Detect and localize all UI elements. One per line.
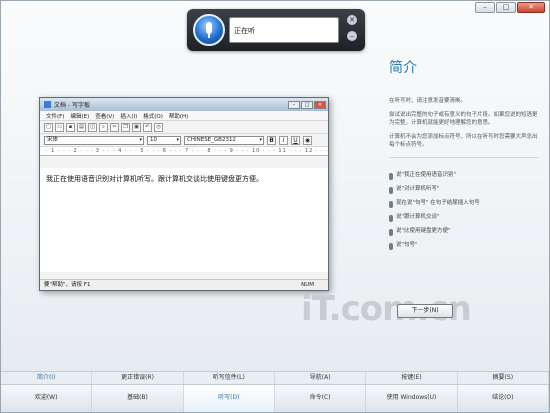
underline-button[interactable]: U (291, 135, 300, 145)
nav-summary[interactable]: 摘要(S) (458, 372, 549, 383)
menu-edit[interactable]: 编辑(E) (70, 112, 89, 120)
menu-file[interactable]: 文件(F) (46, 112, 64, 120)
listening-status: 正在听 (229, 17, 339, 43)
print-preview-icon[interactable]: ◫ (88, 122, 97, 132)
italic-button[interactable]: I (279, 135, 288, 145)
wordpad-close-button[interactable]: ✕ (314, 100, 326, 109)
color-icon[interactable]: ◉ (303, 135, 312, 145)
section-nav: 欢迎(W) 基础(B) 听写(D) 命令(C) 使用 Windows(U) 结论… (1, 384, 549, 412)
undo-icon[interactable]: ↶ (143, 122, 152, 132)
wordpad-menubar: 文件(F) 编辑(E) 查看(V) 插入(I) 格式(O) 帮助(H) (40, 111, 328, 121)
window-controls: – □ ✕ (475, 2, 545, 13)
say-item: 说"比使用键盘更方便" (389, 228, 539, 236)
microphone-icon (389, 229, 393, 236)
status-help-text: 要"帮助"，请按 F1 (44, 282, 91, 288)
subsection-nav: 简介(I) 更正错误(R) 听写信件(L) 导航(A) 按键(E) 摘要(S) (1, 371, 549, 383)
bold-button[interactable]: B (267, 135, 276, 145)
print-icon[interactable]: ▤ (77, 122, 86, 132)
close-button[interactable]: ✕ (517, 2, 545, 13)
document-text: 我正在使用语音识别对计算机听写。跟计算机交谈比使用键盘更方便。 (46, 175, 263, 183)
minimize-icon[interactable]: – (347, 31, 357, 41)
say-item: 说"句号" (389, 242, 539, 250)
tutorial-window: – □ ✕ 正在听 ✕ – 文档 - 写字板 – □ ✕ 文件(F) 编辑(E)… (0, 0, 550, 413)
chevron-down-icon: ▾ (259, 136, 262, 143)
menu-help[interactable]: 帮助(H) (169, 112, 188, 120)
wordpad-title: 文档 - 写字板 (54, 102, 90, 109)
wordpad-maximize-button[interactable]: □ (301, 100, 313, 109)
paste-icon[interactable]: ▣ (132, 122, 141, 132)
close-icon[interactable]: ✕ (347, 15, 357, 25)
panel-paragraph: 计算机不会为您添加标点符号，所以在听写时您需要大声念出每个标点符号。 (389, 134, 538, 148)
copy-icon[interactable]: ❐ (121, 122, 130, 132)
say-item: 现在说"句号" 在句子结尾插入句号 (389, 200, 539, 208)
nav-dictate-letter[interactable]: 听写信件(L) (184, 372, 275, 383)
font-size-select[interactable]: 10 ▾ (147, 135, 181, 145)
panel-title: 简介 (389, 60, 417, 76)
minimize-button[interactable]: – (475, 2, 495, 13)
chevron-down-icon: ▾ (139, 136, 142, 143)
nav-intro[interactable]: 简介(I) (1, 372, 93, 383)
ruler[interactable]: · 1 · · · 2 · · · 3 · · · 4 · · · 5 · · … (40, 147, 328, 156)
nav-keys[interactable]: 按键(E) (366, 372, 458, 383)
say-item: 说"跟计算机交谈" (389, 214, 539, 222)
maximize-button[interactable]: □ (496, 2, 516, 13)
speech-recognition-bar: 正在听 ✕ – (187, 9, 365, 51)
save-icon[interactable]: ▪ (66, 122, 75, 132)
nav-basics[interactable]: 基础(B) (92, 385, 184, 412)
say-instruction-list: 说"我正在使用语音识别" 说"对计算机听写" 现在说"句号" 在句子结尾插入句号… (389, 172, 539, 250)
microphone-icon (389, 187, 393, 194)
chevron-down-icon: ▾ (176, 136, 179, 143)
menu-format[interactable]: 格式(O) (143, 112, 163, 120)
microphone-icon (389, 173, 393, 180)
script-select[interactable]: CHINESE_GB2312 ▾ (184, 135, 264, 145)
find-icon[interactable]: ⌕ (99, 122, 108, 132)
document-editor[interactable]: 我正在使用语音识别对计算机听写。跟计算机交谈比使用键盘更方便。 (40, 168, 328, 272)
nav-using-windows[interactable]: 使用 Windows(U) (366, 385, 458, 412)
wordpad-toolbar: □ ▭ ▪ ▤ ◫ ⌕ ✂ ❐ ▣ ↶ ◷ (40, 121, 328, 134)
wordpad-window: 文档 - 写字板 – □ ✕ 文件(F) 编辑(E) 查看(V) 插入(I) 格… (39, 97, 329, 291)
menu-view[interactable]: 查看(V) (95, 112, 114, 120)
wordpad-titlebar[interactable]: 文档 - 写字板 – □ ✕ (40, 98, 328, 111)
panel-paragraph: 在听写时，请注意发音要清晰。 (389, 98, 467, 104)
open-icon[interactable]: ▭ (55, 122, 64, 132)
say-item: 说"对计算机听写" (389, 186, 539, 194)
nav-commands[interactable]: 命令(C) (275, 385, 367, 412)
insert-datetime-icon[interactable]: ◷ (154, 122, 163, 132)
say-item: 说"我正在使用语音识别" (389, 172, 539, 180)
microphone-button[interactable] (193, 14, 225, 46)
font-select[interactable]: 宋体 ▾ (44, 135, 144, 145)
microphone-icon (389, 243, 393, 250)
new-icon[interactable]: □ (44, 122, 53, 132)
nav-welcome[interactable]: 欢迎(W) (1, 385, 93, 412)
menu-insert[interactable]: 插入(I) (120, 112, 137, 120)
divider (389, 157, 539, 158)
microphone-icon (389, 201, 393, 208)
nav-correct-errors[interactable]: 更正错误(R) (92, 372, 184, 383)
nav-navigation[interactable]: 导航(A) (275, 372, 367, 383)
wordpad-format-bar: 宋体 ▾ 10 ▾ CHINESE_GB2312 ▾ B I U ◉ (40, 134, 328, 147)
panel-paragraph: 尝试说出完整的句子或有意义的句子片段。如果您说的短语更为完整，计算机就能更好地理… (389, 112, 538, 126)
nav-dictation[interactable]: 听写(D) (183, 385, 275, 412)
next-button[interactable]: 下一步(N) (397, 304, 453, 318)
instruction-panel: 简介 在听写时，请注意发音要清晰。 尝试说出完整的句子或有意义的句子片段。如果您… (389, 49, 539, 256)
wordpad-statusbar: 要"帮助"，请按 F1 NUM (40, 279, 328, 290)
wordpad-icon (44, 101, 51, 108)
nav-conclusion[interactable]: 结论(O) (458, 385, 549, 412)
microphone-icon (206, 22, 212, 34)
microphone-icon (389, 215, 393, 222)
wordpad-minimize-button[interactable]: – (288, 100, 300, 109)
cut-icon[interactable]: ✂ (110, 122, 119, 132)
